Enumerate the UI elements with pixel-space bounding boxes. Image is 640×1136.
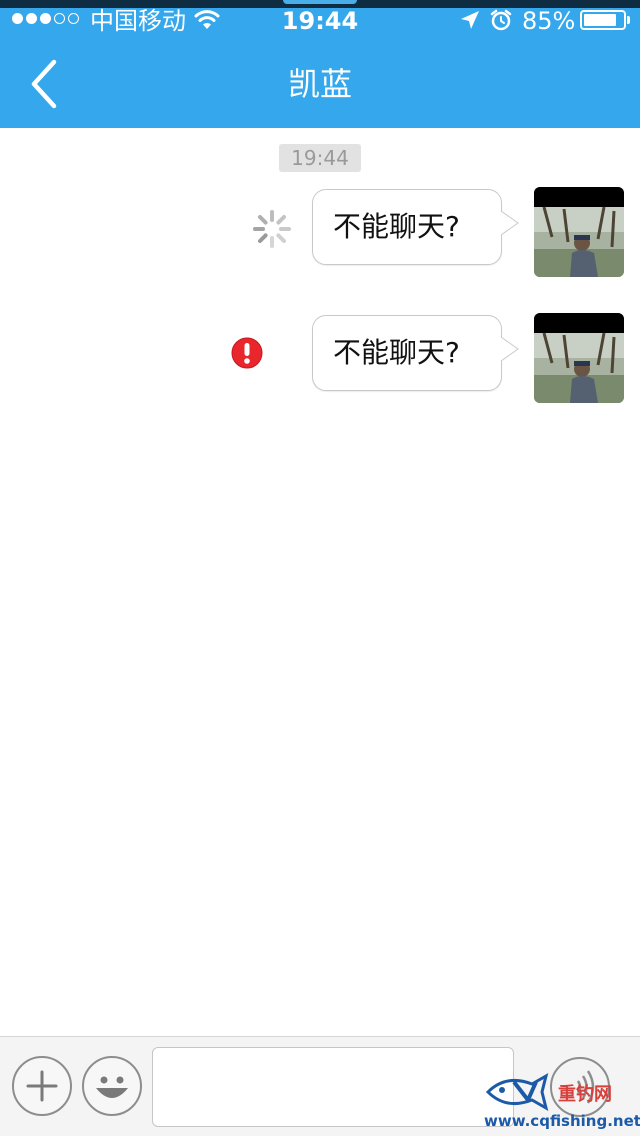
bubble-tail <box>500 336 519 362</box>
bubble-tail <box>500 210 519 236</box>
message-row: 不能聊天? <box>0 187 640 281</box>
message-bubble[interactable]: 不能聊天? <box>312 315 502 391</box>
status-bar-indicator <box>283 0 357 4</box>
navigation-bar: 凯蓝 <box>0 40 640 128</box>
site-watermark: 重钓网 www.cqfishing.net <box>484 1070 640 1132</box>
message-timestamp: 19:44 <box>279 144 361 172</box>
watermark-url: www.cqfishing.net <box>484 1112 640 1130</box>
conversation-title: 凯蓝 <box>287 65 352 103</box>
loading-spinner-icon <box>251 208 293 254</box>
battery-fill <box>584 14 616 26</box>
status-bar: 中国移动 19:44 85% <box>0 0 640 40</box>
message-input[interactable] <box>152 1047 514 1127</box>
location-arrow-icon <box>460 10 480 34</box>
plus-icon <box>26 1070 58 1102</box>
alarm-clock-icon <box>490 9 512 35</box>
message-list[interactable]: 19:44 不能聊天? 不能聊天? <box>0 128 640 1036</box>
battery-percentage: 85% <box>522 7 576 35</box>
message-row: 不能聊天? <box>0 313 640 407</box>
message-text: 不能聊天? <box>333 336 460 369</box>
user-avatar[interactable] <box>534 313 624 403</box>
emoji-button[interactable] <box>82 1056 142 1116</box>
message-text: 不能聊天? <box>333 210 460 243</box>
smiley-icon <box>96 1076 128 1098</box>
chat-screen: 中国移动 19:44 85% 凯蓝 19:44 不能聊天? 不能聊天? 重钓网 … <box>0 0 640 1136</box>
message-bubble[interactable]: 不能聊天? <box>312 189 502 265</box>
add-attachment-button[interactable] <box>12 1056 72 1116</box>
fish-logo-icon <box>485 1072 549 1112</box>
watermark-brand: 重钓网 <box>558 1084 612 1105</box>
error-exclamation-icon[interactable] <box>231 337 263 373</box>
battery-icon <box>580 10 630 30</box>
user-avatar[interactable] <box>534 187 624 277</box>
